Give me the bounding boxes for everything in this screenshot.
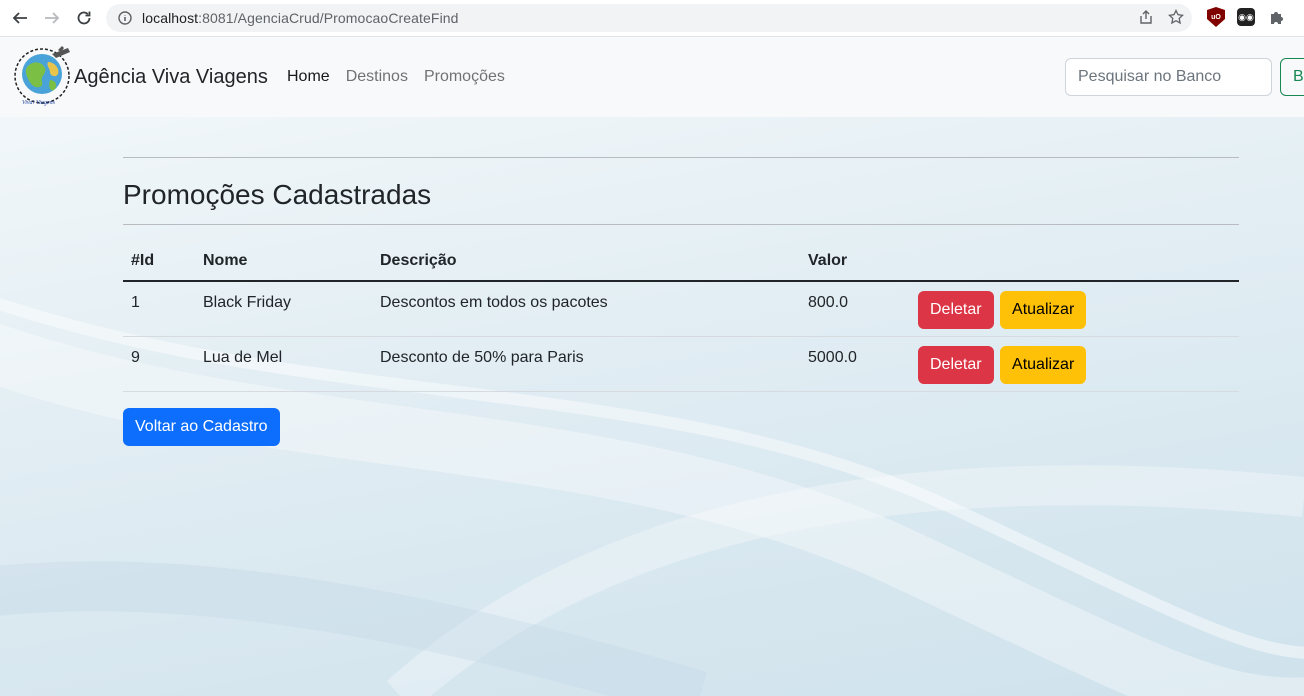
nav-link-destinos[interactable]: Destinos (346, 68, 408, 86)
main-content: Promoções Cadastradas #Id Nome Descrição… (123, 157, 1239, 446)
back-to-register-button[interactable]: Voltar ao Cadastro (123, 407, 280, 446)
site-info-icon[interactable] (117, 10, 133, 26)
ublock-extension-icon[interactable]: uO (1207, 7, 1225, 27)
back-arrow-icon[interactable] (9, 7, 31, 29)
delete-button[interactable]: Deletar (918, 291, 994, 329)
divider-title (123, 224, 1239, 225)
cell-descricao: Descontos em todos os pacotes (372, 281, 800, 337)
nav-link-home[interactable]: Home (287, 68, 330, 86)
column-header-id: #Id (123, 241, 195, 282)
column-header-descricao: Descrição (372, 241, 800, 282)
url-text: localhost:8081/AgenciaCrud/PromocaoCreat… (142, 10, 459, 26)
column-header-actions (910, 241, 1239, 282)
delete-button[interactable]: Deletar (918, 345, 994, 384)
table-row: 1 Black Friday Descontos em todos os pac… (123, 281, 1239, 337)
table-row: 9 Lua de Mel Desconto de 50% para Paris … (123, 336, 1239, 392)
update-button[interactable]: Atualizar (1000, 291, 1087, 329)
brand[interactable]: Viva! Viagens Agência Viva Viagens (12, 46, 268, 108)
divider-top (123, 157, 1239, 158)
extensions-puzzle-icon[interactable] (1267, 7, 1287, 27)
brand-name: Agência Viva Viagens (74, 65, 268, 88)
nav-link-promocoes[interactable]: Promoções (424, 68, 505, 86)
nav-links: Home Destinos Promoções (287, 68, 505, 86)
forward-arrow-icon[interactable] (41, 7, 63, 29)
extension-icon[interactable]: ◉◉ (1237, 8, 1255, 26)
promotions-table: #Id Nome Descrição Valor 1 Black Friday … (123, 241, 1239, 392)
column-header-valor: Valor (800, 241, 910, 282)
column-header-nome: Nome (195, 241, 372, 282)
browser-toolbar: localhost:8081/AgenciaCrud/PromocaoCreat… (0, 0, 1304, 37)
cell-nome: Black Friday (195, 281, 372, 337)
page-title: Promoções Cadastradas (123, 179, 432, 210)
search-button[interactable]: B (1280, 58, 1304, 96)
cell-id: 9 (123, 336, 195, 392)
cell-valor: 800.0 (800, 281, 910, 337)
reload-icon[interactable] (73, 7, 95, 29)
cell-actions: Deletar Atualizar (910, 336, 1239, 392)
bookmark-star-icon[interactable] (1167, 8, 1185, 30)
table-header-row: #Id Nome Descrição Valor (123, 241, 1239, 282)
globe-logo-icon: Viva! Viagens (14, 46, 70, 106)
cell-descricao: Desconto de 50% para Paris (372, 336, 800, 392)
cell-valor: 5000.0 (800, 336, 910, 392)
navbar: Viva! Viagens Agência Viva Viagens Home … (0, 37, 1304, 117)
search-input[interactable] (1065, 58, 1272, 96)
cell-actions: Deletar Atualizar (910, 281, 1239, 337)
cell-nome: Lua de Mel (195, 336, 372, 392)
address-bar[interactable]: localhost:8081/AgenciaCrud/PromocaoCreat… (106, 4, 1192, 32)
logo-caption: Viva! Viagens (22, 100, 56, 106)
update-button[interactable]: Atualizar (1000, 345, 1087, 384)
page-body: Viva! Viagens Agência Viva Viagens Home … (0, 37, 1304, 696)
share-icon[interactable] (1138, 9, 1154, 30)
cell-id: 1 (123, 281, 195, 337)
